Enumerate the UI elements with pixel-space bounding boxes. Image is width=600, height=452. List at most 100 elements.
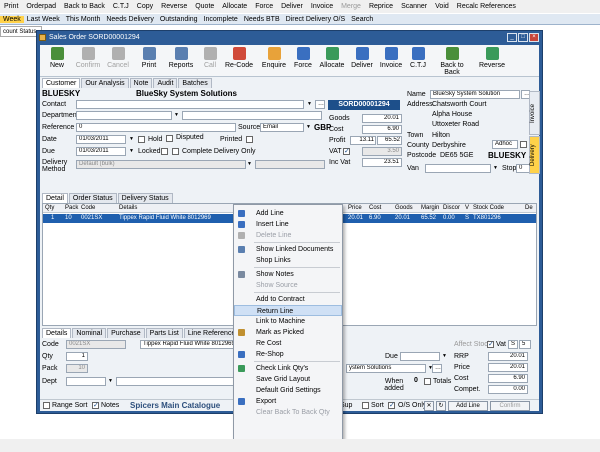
tab-batches[interactable]: Batches bbox=[178, 78, 212, 88]
vat-code-field[interactable]: S bbox=[508, 340, 518, 349]
orderpad-bg-button[interactable]: Orderpad bbox=[22, 3, 60, 10]
complete-delivery-checkbox[interactable] bbox=[172, 148, 179, 155]
allocate-bg-button[interactable]: Allocate bbox=[218, 3, 251, 10]
department-field[interactable] bbox=[76, 111, 172, 120]
column-header-margin[interactable]: Margin bbox=[421, 204, 439, 213]
chevron-down-icon[interactable]: ▼ bbox=[441, 353, 448, 360]
due-field[interactable]: 01/03/2011 bbox=[76, 147, 126, 156]
invoice-side-tab[interactable]: Invoice bbox=[529, 91, 540, 135]
tab-needs-delivery[interactable]: Needs Delivery bbox=[103, 16, 156, 23]
tab-incomplete[interactable]: Incomplete bbox=[201, 16, 241, 23]
print-button[interactable]: Print bbox=[136, 47, 162, 75]
stop-field[interactable]: 0 bbox=[516, 164, 530, 173]
tab-this-month[interactable]: This Month bbox=[63, 16, 104, 23]
compet-field[interactable]: 0.00 bbox=[488, 385, 528, 394]
dept-field[interactable] bbox=[66, 377, 106, 386]
date-field[interactable]: 01/03/2011 bbox=[76, 135, 126, 144]
chevron-down-icon[interactable]: ▼ bbox=[173, 112, 180, 119]
pack-field[interactable]: 10 bbox=[66, 364, 88, 373]
menu-item-shop-links[interactable]: Shop Links bbox=[234, 255, 342, 266]
tab-delivery-status[interactable]: Delivery Status bbox=[117, 193, 173, 203]
re-code-button[interactable]: Re-Code bbox=[224, 47, 254, 75]
invoice-button[interactable]: Invoice bbox=[378, 47, 404, 75]
close-icon[interactable]: × bbox=[529, 33, 539, 42]
column-header-stock-code[interactable]: Stock Code bbox=[473, 204, 504, 213]
tab-details[interactable]: Details bbox=[42, 328, 72, 338]
enquire-button[interactable]: Enquire bbox=[260, 47, 288, 75]
reports-button[interactable]: Reports bbox=[166, 47, 196, 75]
tab-week[interactable]: Week bbox=[0, 15, 24, 23]
chevron-down-icon[interactable]: ▼ bbox=[128, 136, 135, 143]
refresh-button[interactable]: ↻ bbox=[436, 401, 446, 411]
menu-item-default-grid-settings[interactable]: Default Grid Settings bbox=[234, 385, 342, 396]
delivery-side-tab[interactable]: Delivery bbox=[529, 136, 540, 174]
affect-stock-checkbox[interactable] bbox=[487, 340, 494, 348]
rrp-field[interactable]: 20.01 bbox=[488, 352, 528, 361]
confirm-button[interactable]: Confirm bbox=[74, 47, 102, 75]
tab-needs-btb[interactable]: Needs BTB bbox=[241, 16, 283, 23]
deliver-bg-button[interactable]: Deliver bbox=[277, 3, 307, 10]
column-header-discor[interactable]: Discor bbox=[443, 204, 460, 213]
copy-bg-button[interactable]: Copy bbox=[133, 3, 157, 10]
tab-our-analysis[interactable]: Our Analysis bbox=[81, 78, 129, 88]
menu-item-clear-back-to-back-qty[interactable]: Clear Back To Back Qty bbox=[234, 407, 342, 418]
chevron-down-icon[interactable]: ▼ bbox=[305, 124, 312, 131]
sort-checkbox[interactable] bbox=[362, 402, 369, 409]
tab-parts-list[interactable]: Parts List bbox=[145, 328, 183, 338]
chevron-down-icon[interactable]: ▼ bbox=[492, 165, 499, 172]
totals-checkbox[interactable] bbox=[424, 378, 431, 385]
printed-checkbox[interactable] bbox=[246, 136, 253, 143]
code-field[interactable]: 0021SX bbox=[66, 340, 126, 349]
notes-checkbox[interactable] bbox=[92, 401, 99, 409]
tab-last-week[interactable]: Last Week bbox=[24, 16, 63, 23]
department-name-field[interactable] bbox=[182, 111, 322, 120]
due-detail-field[interactable] bbox=[400, 352, 440, 361]
chevron-down-icon[interactable]: ▼ bbox=[246, 161, 253, 168]
os-only-checkbox[interactable] bbox=[388, 401, 395, 409]
disputed-checkbox[interactable] bbox=[166, 135, 173, 142]
menu-item-show-linked-documents[interactable]: Show Linked Documents bbox=[234, 244, 342, 255]
back-to-back-bg-button[interactable]: Back to Back bbox=[60, 3, 109, 10]
delete-line-button[interactable]: ✕ bbox=[424, 401, 434, 411]
reference-field[interactable]: 0 bbox=[76, 123, 236, 132]
menu-item-add-line[interactable]: Add Line bbox=[234, 208, 342, 219]
back-to-back-button[interactable]: Back to Back bbox=[432, 47, 472, 76]
merge-bg-button[interactable]: Merge bbox=[337, 3, 365, 10]
menu-item-link-to-machine[interactable]: Link to Machine bbox=[234, 316, 342, 327]
contact-field[interactable] bbox=[76, 100, 304, 109]
van-field[interactable] bbox=[425, 164, 491, 173]
c-t-j-bg-button[interactable]: C.T.J bbox=[109, 3, 133, 10]
menu-item-export[interactable]: Export bbox=[234, 396, 342, 407]
cancel-button[interactable]: Cancel bbox=[104, 47, 132, 75]
tab-detail[interactable]: Detail bbox=[42, 193, 68, 203]
void-bg-button[interactable]: Void bbox=[431, 3, 453, 10]
column-header-cost[interactable]: Cost bbox=[369, 204, 381, 213]
recalc-references-bg-button[interactable]: Recalc References bbox=[453, 3, 520, 10]
tab-audit[interactable]: Audit bbox=[153, 78, 178, 88]
menu-item-check-link-qty-s[interactable]: Check Link Qty's bbox=[234, 363, 342, 374]
deliver-button[interactable]: Deliver bbox=[350, 47, 374, 75]
reverse-button[interactable]: Reverse bbox=[478, 47, 506, 75]
call-button[interactable]: Call bbox=[200, 47, 220, 75]
column-header-pack[interactable]: Pack bbox=[65, 204, 78, 213]
column-header-details[interactable]: Details bbox=[119, 204, 137, 213]
menu-item-return-line[interactable]: Return Line bbox=[234, 305, 342, 316]
minimize-icon[interactable]: _ bbox=[507, 33, 517, 42]
vat-rate-field[interactable]: 5 bbox=[519, 340, 531, 349]
vat-checkbox[interactable] bbox=[343, 147, 350, 155]
column-header-goods[interactable]: Goods bbox=[395, 204, 413, 213]
maximize-icon[interactable]: □ bbox=[518, 33, 528, 42]
print-bg-button[interactable]: Print bbox=[0, 3, 22, 10]
reprice-bg-button[interactable]: Reprice bbox=[365, 3, 397, 10]
tab-customer[interactable]: Customer bbox=[42, 78, 81, 88]
window-title-bar[interactable]: Sales Order SORD00001294 _ □ × bbox=[37, 31, 542, 44]
tab-direct-delivery-o-s[interactable]: Direct Delivery O/S bbox=[283, 16, 349, 23]
menu-item-insert-line[interactable]: Insert Line bbox=[234, 219, 342, 230]
delivery-method-extra-field[interactable] bbox=[255, 160, 325, 169]
column-header-de[interactable]: De bbox=[525, 204, 533, 213]
chevron-down-icon[interactable]: ▼ bbox=[306, 101, 313, 108]
menu-item-mark-as-picked[interactable]: Mark as Picked bbox=[234, 327, 342, 338]
tab-note[interactable]: Note bbox=[129, 78, 153, 88]
scanner-bg-button[interactable]: Scanner bbox=[397, 3, 431, 10]
delivery-method-field[interactable]: Default (bulk) bbox=[76, 160, 246, 169]
